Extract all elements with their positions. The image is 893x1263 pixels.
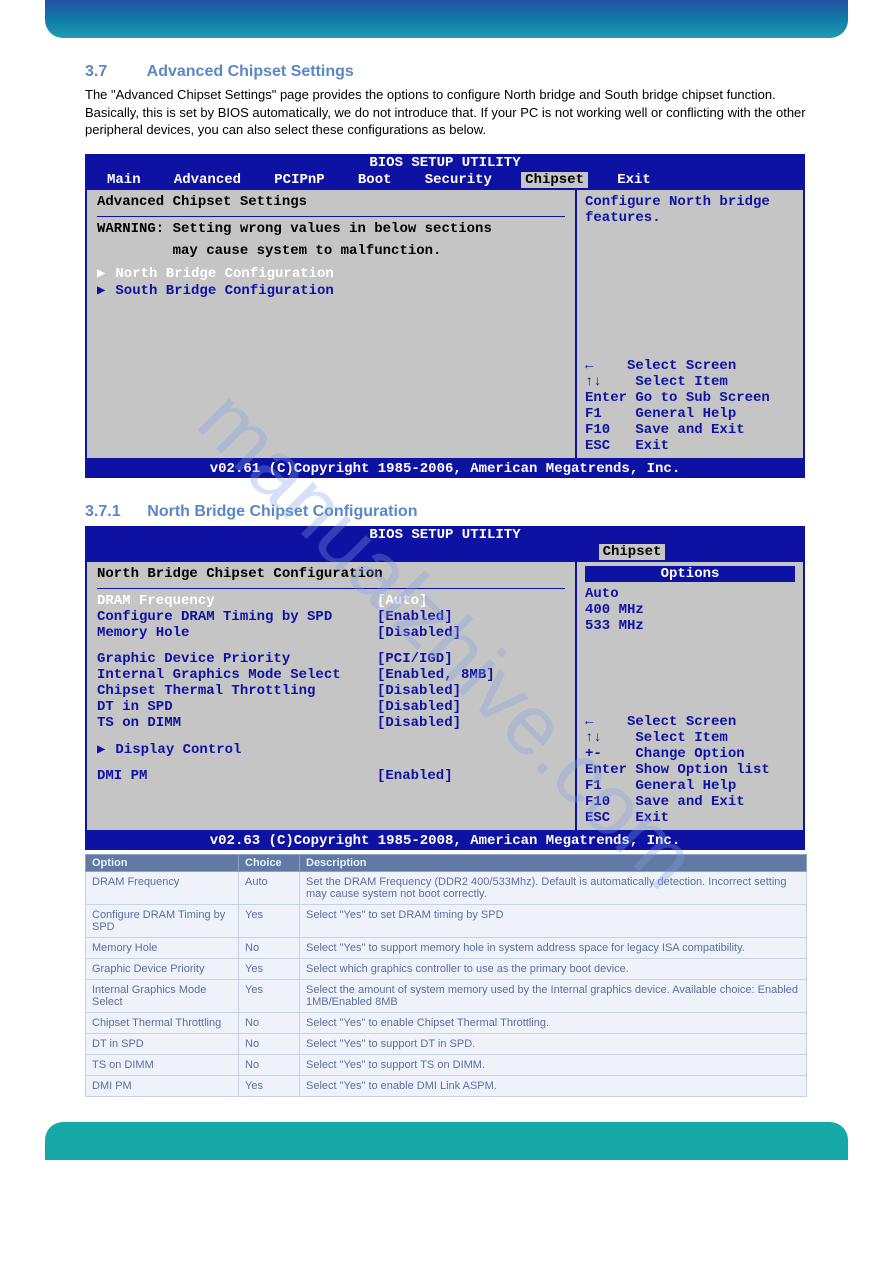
section-heading-2: 3.7.1 North Bridge Chipset Configuration bbox=[85, 503, 893, 521]
table-header: Option bbox=[86, 854, 239, 871]
table-row: DT in SPDNoSelect "Yes" to support DT in… bbox=[86, 1033, 807, 1054]
bios-menu-item: PCIPnP bbox=[270, 172, 328, 188]
bios-warning-line2: may cause system to malfunction. bbox=[97, 243, 565, 259]
table-row: Configure DRAM Timing by SPDYesSelect "Y… bbox=[86, 904, 807, 937]
bios-menu: Main Advanced PCIPnP Boot Security Chips… bbox=[85, 172, 805, 188]
bios-screenshot-2: BIOS SETUP UTILITY Chipset North Bridge … bbox=[85, 526, 805, 850]
bios-footer: v02.61 (C)Copyright 1985-2006, American … bbox=[85, 460, 805, 478]
bios-footer: v02.63 (C)Copyright 1985-2008, American … bbox=[85, 832, 805, 850]
bottom-banner bbox=[45, 1122, 848, 1160]
bios-panel-title: North Bridge Chipset Configuration bbox=[97, 566, 565, 589]
table-row: DRAM FrequencyAutoSet the DRAM Frequency… bbox=[86, 871, 807, 904]
table-row: Internal Graphics Mode SelectYesSelect t… bbox=[86, 979, 807, 1012]
bios-menu-item: Exit bbox=[613, 172, 655, 188]
bios-screenshot-1: BIOS SETUP UTILITY Main Advanced PCIPnP … bbox=[85, 154, 805, 478]
bios-submenu-item: ▶ Display Control bbox=[97, 741, 565, 758]
table-row: DMI PMYesSelect "Yes" to enable DMI Link… bbox=[86, 1075, 807, 1096]
bios-panel-title: Advanced Chipset Settings bbox=[97, 194, 565, 217]
bios-help-text: Configure North bridge features. bbox=[585, 194, 795, 226]
bios-setting-row: Configure DRAM Timing by SPD[Enabled] bbox=[97, 609, 565, 625]
bios-warning-line1: WARNING: Setting wrong values in below s… bbox=[97, 221, 565, 237]
table-header: Description bbox=[300, 854, 807, 871]
bios-setting-row: Graphic Device Priority[PCI/IGD] bbox=[97, 651, 565, 667]
bios-setting-row: Internal Graphics Mode Select[Enabled, 8… bbox=[97, 667, 565, 683]
bios-nav-help: ← Select Screen↑↓ Select ItemEnter Go to… bbox=[585, 358, 795, 454]
settings-table: OptionChoiceDescription DRAM FrequencyAu… bbox=[85, 854, 807, 1097]
table-row: Memory HoleNoSelect "Yes" to support mem… bbox=[86, 937, 807, 958]
bios-title: BIOS SETUP UTILITY bbox=[85, 154, 805, 172]
bios-menu-entry: ▶ South Bridge Configuration bbox=[97, 282, 565, 299]
bios-menu: Chipset bbox=[85, 544, 805, 560]
bios-setting-row: Chipset Thermal Throttling[Disabled] bbox=[97, 683, 565, 699]
table-row: Graphic Device PriorityYesSelect which g… bbox=[86, 958, 807, 979]
bios-nav-help: ← Select Screen↑↓ Select Item+- Change O… bbox=[585, 714, 795, 826]
table-row: Chipset Thermal ThrottlingNoSelect "Yes"… bbox=[86, 1012, 807, 1033]
bios-options-title: Options bbox=[585, 566, 795, 582]
table-row: TS on DIMMNoSelect "Yes" to support TS o… bbox=[86, 1054, 807, 1075]
bios-setting-row: DT in SPD[Disabled] bbox=[97, 699, 565, 715]
bios-title: BIOS SETUP UTILITY bbox=[85, 526, 805, 544]
table-header: Choice bbox=[239, 854, 300, 871]
intro-paragraph: The "Advanced Chipset Settings" page pro… bbox=[85, 86, 808, 139]
bios-setting-row: TS on DIMM[Disabled] bbox=[97, 715, 565, 731]
bios-menu-item: Main bbox=[103, 172, 145, 188]
top-banner bbox=[45, 0, 848, 38]
bios-menu-item: Chipset bbox=[521, 172, 588, 188]
bios-menu-item: Boot bbox=[354, 172, 396, 188]
bios-setting-row: Memory Hole[Disabled] bbox=[97, 625, 565, 641]
bios-setting-row: DMI PM[Enabled] bbox=[97, 768, 565, 784]
bios-menu-item: Security bbox=[421, 172, 496, 188]
bios-menu-entry: ▶ North Bridge Configuration bbox=[97, 265, 565, 282]
section-heading-1: 3.7 Advanced Chipset Settings bbox=[85, 63, 893, 81]
bios-setting-row: DRAM Frequency[Auto] bbox=[97, 593, 565, 609]
bios-menu-item: Advanced bbox=[170, 172, 245, 188]
